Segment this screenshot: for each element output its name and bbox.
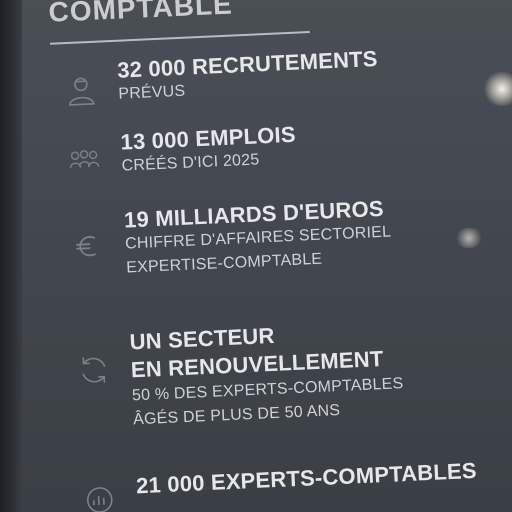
infographic: COMPTABLE 32 000 RECRUTEMENTS PRÉVUS 13 …: [22, 0, 512, 512]
light-reflection: [454, 228, 484, 248]
renew-icon: [76, 352, 112, 388]
group-icon: [67, 143, 103, 179]
screen-bezel: [0, 0, 22, 512]
stat-caption: ÂGÉS DE PLUS DE 50 ANS: [132, 402, 341, 429]
chart-icon: [82, 482, 118, 512]
stat-caption: EXPERTISE-COMPTABLE: [125, 250, 323, 277]
stat-caption: PRÉVUS: [117, 82, 186, 103]
display-panel: COMPTABLE 32 000 RECRUTEMENTS PRÉVUS 13 …: [22, 0, 512, 512]
stat-caption: CRÉÉS D'ICI 2025: [121, 151, 260, 175]
stat-value: UN SECTEUR: [129, 322, 276, 355]
stat-value: 32 000 RECRUTEMENTS: [116, 45, 379, 83]
person-icon: [63, 73, 99, 109]
page-title: COMPTABLE: [47, 0, 234, 28]
euro-icon: [70, 228, 106, 264]
stat-value: 21 000 EXPERTS-COMPTABLES: [135, 457, 478, 499]
stat-experts: 21 000 EXPERTS-COMPTABLES: [44, 451, 512, 512]
stat-jobs: 13 000 EMPLOIS CRÉÉS D'ICI 2025: [28, 110, 512, 175]
title-underline: [49, 30, 310, 45]
stat-renewal: UN SECTEUR EN RENOUVELLEMENT 50 % DES EX…: [37, 309, 512, 428]
stat-turnover: 19 MILLIARDS D'EUROS CHIFFRE D'AFFAIRES …: [32, 188, 512, 277]
stat-value: 13 000 EMPLOIS: [119, 121, 297, 155]
